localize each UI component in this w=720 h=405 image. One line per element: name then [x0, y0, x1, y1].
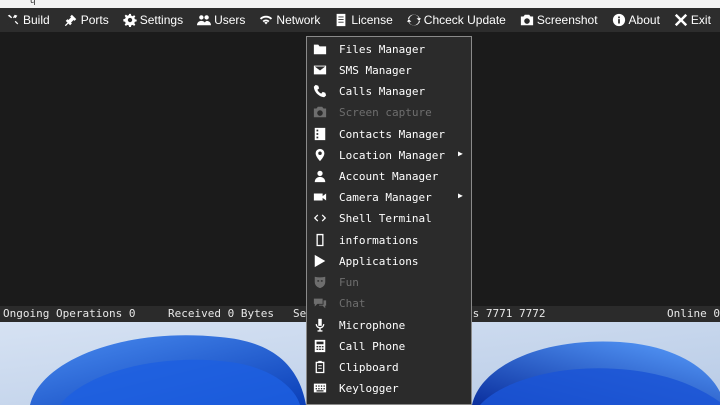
video-camera-icon	[313, 190, 327, 204]
tools-icon	[7, 14, 19, 25]
menu-ports[interactable]: Ports	[64, 13, 109, 27]
menu-build-label: Build	[23, 13, 50, 27]
menu-item-chat[interactable]: Chat	[307, 293, 471, 314]
menu-exit-label: Exit	[690, 13, 711, 27]
status-online-count: Online 0	[667, 307, 720, 320]
submenu-arrow-icon: ▶	[458, 149, 463, 158]
menu-item-clipboard[interactable]: Clipboard	[307, 357, 471, 378]
menu-about-label: About	[628, 13, 660, 27]
menu-check-update[interactable]: Chceck Update	[406, 13, 506, 27]
status-sent-fragment: Se	[293, 307, 307, 320]
clipboard-icon	[313, 360, 327, 374]
play-store-icon	[313, 254, 327, 268]
menu-item-screen-capture[interactable]: Screen capture	[307, 102, 471, 123]
contacts-icon	[313, 127, 327, 141]
window-title-bar: ɥ	[0, 0, 720, 8]
menu-network[interactable]: Network	[259, 13, 320, 27]
menu-bar: Build Ports Settings Users Network Licen…	[0, 8, 720, 32]
folder-icon	[313, 42, 327, 56]
menu-license-label: License	[351, 13, 393, 27]
document-icon	[337, 13, 346, 27]
mask-icon	[313, 275, 327, 289]
status-ongoing-operations: Ongoing Operations 0	[3, 307, 136, 320]
menu-ports-label: Ports	[80, 13, 109, 27]
status-received-bytes: Received 0 Bytes	[168, 307, 274, 320]
location-pin-icon	[313, 148, 327, 162]
menu-item-call-phone[interactable]: Call Phone	[307, 336, 471, 357]
code-icon	[313, 211, 327, 225]
menu-item-informations[interactable]: informations	[307, 230, 471, 251]
device-icon	[313, 233, 327, 247]
menu-license[interactable]: License	[334, 13, 393, 27]
menu-item-sms-manager[interactable]: SMS Manager	[307, 60, 471, 81]
menu-item-location-manager[interactable]: Location Manager ▶	[307, 145, 471, 166]
menu-check-update-label: Chceck Update	[423, 13, 506, 27]
menu-item-camera-manager[interactable]: Camera Manager ▶	[307, 187, 471, 208]
microphone-icon	[313, 318, 327, 332]
info-icon	[612, 13, 625, 27]
submenu-arrow-icon: ▶	[458, 191, 463, 200]
menu-item-files-manager[interactable]: Files Manager	[307, 39, 471, 60]
plug-icon	[64, 14, 76, 27]
menu-item-shell-terminal[interactable]: Shell Terminal	[307, 208, 471, 229]
menu-settings[interactable]: Settings	[123, 13, 183, 27]
dialpad-icon	[313, 339, 327, 353]
status-ports: ts 7771 7772	[466, 307, 546, 320]
menu-item-account-manager[interactable]: Account Manager	[307, 166, 471, 187]
menu-network-label: Network	[276, 13, 321, 27]
app-icon: ɥ	[30, 0, 36, 6]
menu-build[interactable]: Build	[6, 13, 50, 27]
menu-item-contacts-manager[interactable]: Contacts Manager	[307, 124, 471, 145]
menu-settings-label: Settings	[139, 13, 184, 27]
menu-exit[interactable]: Exit	[674, 13, 711, 27]
menu-about[interactable]: About	[612, 13, 660, 27]
menu-screenshot[interactable]: Screenshot	[520, 13, 598, 27]
menu-item-calls-manager[interactable]: Calls Manager	[307, 81, 471, 102]
menu-item-microphone[interactable]: Microphone	[307, 315, 471, 336]
close-icon	[674, 13, 688, 27]
menu-users-label: Users	[214, 13, 246, 27]
gear-icon	[123, 13, 137, 27]
menu-item-keylogger[interactable]: Keylogger	[307, 378, 471, 399]
users-icon	[197, 15, 212, 26]
camera-icon	[313, 105, 327, 119]
menu-users[interactable]: Users	[197, 13, 245, 27]
menu-item-applications[interactable]: Applications	[307, 251, 471, 272]
client-context-menu: Files Manager SMS Manager Calls Manager …	[306, 36, 472, 405]
menu-item-fun[interactable]: Fun	[307, 272, 471, 293]
wifi-icon	[260, 15, 273, 25]
keyboard-icon	[313, 381, 327, 395]
camera-icon	[520, 14, 533, 26]
sync-icon	[406, 14, 421, 26]
chat-icon	[313, 296, 327, 310]
envelope-icon	[313, 63, 327, 77]
phone-icon	[313, 84, 327, 98]
person-icon	[313, 169, 327, 183]
menu-screenshot-label: Screenshot	[536, 13, 598, 27]
